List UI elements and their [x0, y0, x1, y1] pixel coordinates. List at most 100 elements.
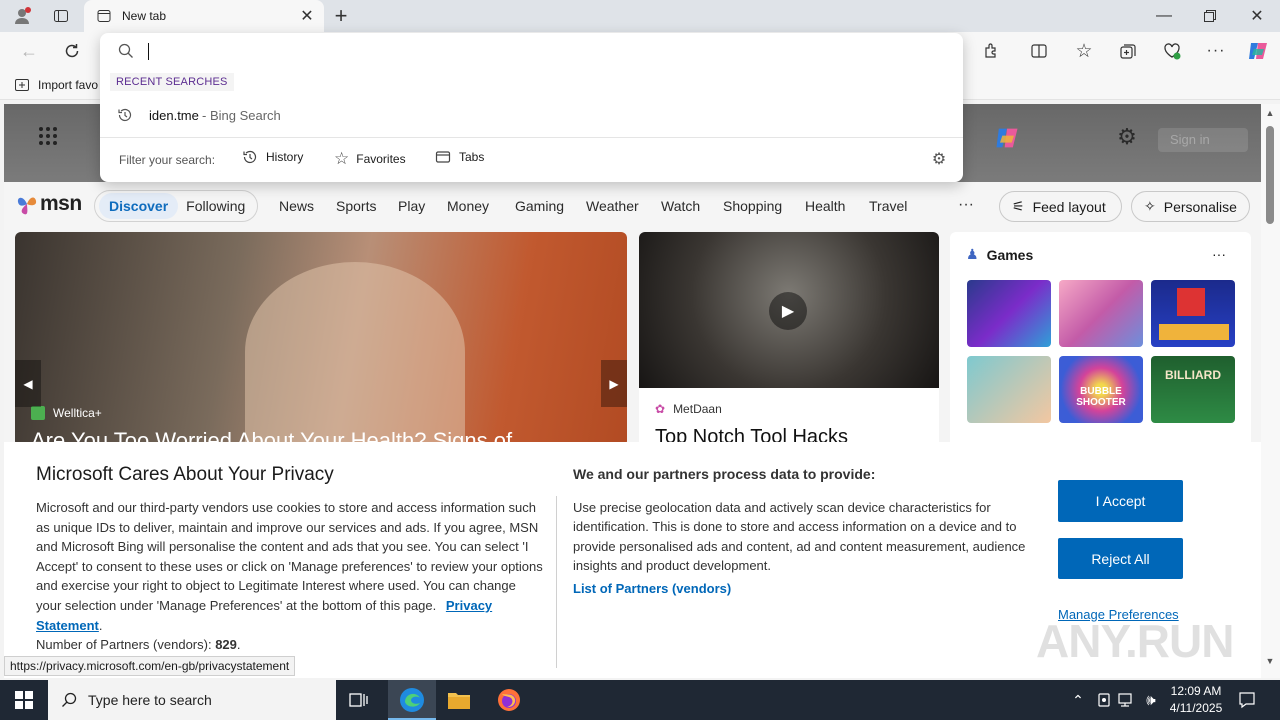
close-tab-icon[interactable]: ✕	[300, 8, 314, 25]
back-arrow-icon[interactable]: ←	[18, 40, 40, 62]
accept-button[interactable]: I Accept	[1058, 480, 1183, 522]
taskbar-edge-button[interactable]	[388, 680, 436, 720]
butterfly-icon	[17, 197, 37, 215]
suggestion-row[interactable]: iden.tme - Bing Search	[100, 101, 963, 129]
scrollbar-thumb[interactable]	[1266, 126, 1274, 224]
hero-card-image	[245, 262, 465, 442]
nav-gaming[interactable]: Gaming	[515, 198, 564, 216]
minimize-icon[interactable]: —	[1152, 5, 1176, 27]
privacy-banner: Microsoft Cares About Your Privacy Micro…	[4, 442, 1261, 678]
filter-history[interactable]: History	[242, 149, 303, 165]
star-icon: ☆	[334, 149, 350, 168]
extensions-icon[interactable]	[980, 40, 1002, 62]
sign-in-button[interactable]: Sign in	[1158, 128, 1248, 152]
tray-chevron-icon[interactable]: ⌃	[1068, 690, 1088, 710]
network-icon[interactable]	[1117, 690, 1137, 710]
import-favorites-link[interactable]: Import favo	[38, 78, 98, 92]
game-tile[interactable]	[1059, 280, 1143, 347]
game-tile[interactable]	[967, 356, 1051, 423]
tab-following[interactable]: Following	[178, 193, 253, 219]
apps-grid-icon[interactable]	[38, 126, 58, 146]
tabs-icon	[435, 151, 451, 163]
file-explorer-icon[interactable]	[446, 688, 472, 712]
privacy-right-body: Use precise geolocation data and activel…	[573, 500, 1026, 574]
address-input[interactable]	[148, 42, 928, 62]
page-scrollbar[interactable]: ▲ ▼	[1261, 104, 1280, 678]
nav-health[interactable]: Health	[805, 198, 845, 216]
partners-label: Number of Partners (vendors):	[36, 637, 212, 653]
sparkle-icon: ✧	[1144, 198, 1156, 214]
tab-new[interactable]: New tab ✕	[84, 0, 324, 32]
filter-tabs[interactable]: Tabs	[435, 149, 484, 165]
reject-all-button[interactable]: Reject All	[1058, 538, 1183, 579]
privacy-right-title: We and our partners process data to prov…	[573, 466, 876, 482]
new-tab-page-icon	[96, 8, 112, 24]
favorites-icon[interactable]: ☆	[1073, 40, 1095, 62]
game-tile[interactable]	[1151, 280, 1235, 347]
metdaan-logo-icon: ✿	[655, 402, 666, 416]
refresh-icon[interactable]	[61, 40, 83, 62]
dropdown-divider	[100, 137, 963, 138]
new-tab-button[interactable]: +	[330, 3, 352, 28]
game-tile[interactable]: BILLIARD	[1151, 356, 1235, 423]
games-more-icon[interactable]: ···	[1212, 246, 1226, 262]
msn-navbar: msn Discover Following News Sports Play …	[4, 182, 1261, 230]
status-bar-url: https://privacy.microsoft.com/en-gb/priv…	[4, 656, 296, 676]
profile-icon[interactable]	[10, 5, 34, 27]
nav-play[interactable]: Play	[398, 198, 425, 216]
scroll-down-icon[interactable]: ▼	[1263, 656, 1277, 666]
privacy-body-text: Microsoft and our third-party vendors us…	[36, 500, 543, 613]
copilot-icon[interactable]	[1245, 38, 1271, 64]
settings-more-icon[interactable]: ···	[1205, 40, 1227, 62]
game-tile[interactable]: BUBBLE SHOOTER	[1059, 356, 1143, 423]
notifications-icon[interactable]	[1236, 689, 1258, 711]
nav-money[interactable]: Money	[447, 198, 489, 216]
nav-shopping[interactable]: Shopping	[723, 198, 782, 216]
firefox-icon[interactable]	[496, 687, 522, 713]
nav-watch[interactable]: Watch	[661, 198, 700, 216]
browser-essentials-icon[interactable]	[1161, 40, 1183, 62]
video-card[interactable]: ▶ ✿ MetDaan Top Notch Tool Hacks	[639, 232, 939, 447]
restore-icon[interactable]	[1200, 6, 1220, 26]
taskbar-search-icon	[60, 691, 78, 709]
filter-label: Filter your search:	[119, 153, 216, 167]
edge-icon	[399, 687, 425, 713]
close-window-icon[interactable]: ✕	[1247, 5, 1267, 27]
feed-layout-button[interactable]: ⚟ Feed layout	[999, 191, 1122, 222]
windows-start-icon[interactable]	[14, 690, 34, 710]
play-icon[interactable]: ▶	[769, 292, 807, 330]
msn-logo[interactable]: msn	[16, 192, 82, 216]
page-settings-icon[interactable]: ⚙	[1114, 124, 1140, 150]
carousel-next-icon[interactable]: ▶	[601, 360, 627, 407]
system-clock[interactable]: 12:09 AM 4/11/2025	[1168, 683, 1224, 717]
filter-favorites[interactable]: ☆ Favorites	[334, 149, 406, 169]
tab-actions-icon[interactable]	[50, 6, 72, 26]
clock-time: 12:09 AM	[1170, 684, 1222, 698]
scroll-up-icon[interactable]: ▲	[1263, 108, 1277, 118]
nav-sports[interactable]: Sports	[336, 198, 376, 216]
nav-travel[interactable]: Travel	[869, 198, 907, 216]
nav-more-icon[interactable]: ···	[958, 196, 974, 214]
taskbar-search-placeholder: Type here to search	[88, 692, 212, 708]
split-screen-icon[interactable]	[1028, 40, 1050, 62]
tray-device-icon[interactable]	[1094, 690, 1114, 710]
taskbar-search-box[interactable]: Type here to search	[48, 680, 336, 720]
game-tile[interactable]	[967, 280, 1051, 347]
tab-discover[interactable]: Discover	[99, 193, 179, 219]
search-settings-icon[interactable]: ⚙	[930, 150, 948, 168]
feed-tabs: Discover Following	[94, 190, 258, 222]
suggestion-source: - Bing Search	[202, 108, 281, 123]
copilot-page-icon[interactable]	[992, 123, 1022, 153]
task-view-icon[interactable]	[348, 690, 370, 710]
import-icon	[14, 77, 30, 93]
nav-news[interactable]: News	[279, 198, 314, 216]
personalise-button[interactable]: ✧ Personalise	[1131, 191, 1250, 222]
hero-card[interactable]: Welltica+ Are You Too Worried About Your…	[15, 232, 627, 447]
collections-icon[interactable]	[1117, 40, 1139, 62]
vendors-link[interactable]: List of Partners (vendors)	[573, 581, 731, 596]
volume-icon[interactable]: 🕪	[1141, 690, 1161, 710]
address-suggestions-dropdown: RECENT SEARCHES iden.tme - Bing Search F…	[100, 33, 963, 182]
nav-weather[interactable]: Weather	[586, 198, 639, 216]
carousel-prev-icon[interactable]: ◀	[15, 360, 41, 407]
privacy-title: Microsoft Cares About Your Privacy	[36, 464, 334, 485]
